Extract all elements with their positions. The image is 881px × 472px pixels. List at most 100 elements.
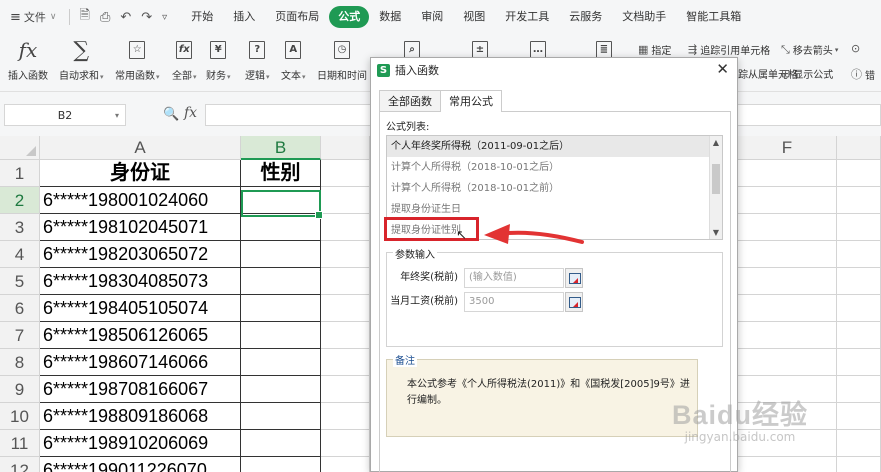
cell-empty[interactable]	[837, 160, 881, 187]
cell-gender[interactable]	[241, 376, 321, 403]
tab-review[interactable]: 审阅	[411, 6, 453, 28]
formula-item-income-tax-after[interactable]: 计算个人所得税（2018-10-01之后）	[387, 157, 709, 178]
cell-empty[interactable]	[321, 403, 370, 430]
cell-empty[interactable]	[837, 241, 881, 268]
cell-empty[interactable]	[738, 457, 837, 472]
cell-empty[interactable]	[738, 322, 837, 349]
row-header[interactable]: 3	[0, 214, 40, 241]
cell-id-number[interactable]: 6*****198809186068	[40, 403, 241, 430]
row-header[interactable]: 9	[0, 376, 40, 403]
zoom-icon[interactable]: 🔍	[163, 107, 179, 122]
logic-functions-button[interactable]: ? 逻辑▾	[245, 38, 270, 82]
save-icon[interactable]: 🗎	[80, 6, 90, 28]
print-icon[interactable]: ⎙	[100, 10, 110, 25]
cell-empty[interactable]	[738, 430, 837, 457]
cell-id-number[interactable]: 6*****198405105074	[40, 295, 241, 322]
redo-icon[interactable]: ↷	[141, 10, 152, 25]
cell-id-number[interactable]: 6*****199011226070	[40, 457, 241, 472]
row-header[interactable]: 4	[0, 241, 40, 268]
insert-function-button[interactable]: fx 插入函数	[8, 38, 48, 82]
cell-a1-header[interactable]: 身份证	[40, 160, 241, 187]
cell-empty[interactable]	[738, 160, 837, 187]
tab-cloud[interactable]: 云服务	[559, 6, 612, 28]
error-check-button[interactable]: ⓘ 错	[851, 66, 875, 82]
cell-id-number[interactable]: 6*****198304085073	[40, 268, 241, 295]
cell-gender[interactable]	[241, 214, 321, 241]
file-menu[interactable]: ≡ 文件 ∨	[0, 9, 65, 25]
cell-empty[interactable]	[738, 403, 837, 430]
cell-empty[interactable]	[837, 457, 881, 472]
cell-empty[interactable]	[738, 376, 837, 403]
cell-empty[interactable]	[321, 430, 370, 457]
cell-empty[interactable]	[321, 241, 370, 268]
scroll-down-icon[interactable]: ▼	[710, 226, 722, 239]
cell-gender[interactable]	[241, 187, 321, 214]
cell-empty[interactable]	[321, 349, 370, 376]
tab-developer[interactable]: 开发工具	[495, 6, 559, 28]
tab-home[interactable]: 开始	[181, 6, 223, 28]
cell-gender[interactable]	[241, 430, 321, 457]
watch-window-button[interactable]: ⊙	[851, 42, 863, 55]
scroll-up-icon[interactable]: ▲	[710, 136, 722, 149]
cell-empty[interactable]	[837, 322, 881, 349]
trace-precedents-button[interactable]: ⇶ 追踪引用单元格	[688, 42, 770, 57]
row-header[interactable]: 10	[0, 403, 40, 430]
cell-id-number[interactable]: 6*****198506126065	[40, 322, 241, 349]
cell-empty[interactable]	[837, 376, 881, 403]
cell-empty[interactable]	[837, 295, 881, 322]
cell-empty[interactable]	[321, 187, 370, 214]
cell-empty[interactable]	[738, 268, 837, 295]
text-functions-button[interactable]: A 文本▾	[281, 38, 306, 82]
show-formulas-button[interactable]: ⊞ 显示公式	[781, 66, 833, 81]
cell-id-number[interactable]: 6*****198910206069	[40, 430, 241, 457]
salary-input[interactable]: 3500	[464, 292, 564, 312]
cell-empty[interactable]	[738, 295, 837, 322]
cell-empty[interactable]	[321, 457, 370, 472]
select-all-corner[interactable]	[0, 136, 40, 160]
row-header[interactable]: 11	[0, 430, 40, 457]
cell-gender[interactable]	[241, 457, 321, 472]
close-icon[interactable]: ✕	[716, 60, 729, 78]
cell-gender[interactable]	[241, 322, 321, 349]
row-header[interactable]: 2	[0, 187, 40, 214]
column-header-b[interactable]: B	[241, 136, 321, 160]
cell-id-number[interactable]: 6*****198001024060	[40, 187, 241, 214]
cell-b1-header[interactable]: 性别	[241, 160, 321, 187]
tab-doc-assistant[interactable]: 文档助手	[612, 6, 676, 28]
cell-gender[interactable]	[241, 241, 321, 268]
tab-view[interactable]: 视图	[453, 6, 495, 28]
row-header[interactable]: 5	[0, 268, 40, 295]
common-functions-button[interactable]: ☆ 常用函数▾	[115, 38, 160, 82]
tab-common-formulas[interactable]: 常用公式	[440, 90, 502, 112]
cell-empty[interactable]	[321, 322, 370, 349]
cell-empty[interactable]	[321, 295, 370, 322]
cell-empty[interactable]	[837, 403, 881, 430]
formula-item-income-tax-before[interactable]: 计算个人所得税（2018-10-01之前）	[387, 178, 709, 199]
row-header[interactable]: 7	[0, 322, 40, 349]
column-header-f[interactable]: F	[738, 136, 837, 160]
autosum-button[interactable]: ∑ 自动求和▾	[59, 38, 104, 83]
fx-icon[interactable]: fx	[184, 105, 197, 121]
tab-formulas[interactable]: 公式	[329, 6, 370, 28]
cell-empty[interactable]	[738, 349, 837, 376]
cell-empty[interactable]	[837, 268, 881, 295]
column-header-c[interactable]	[321, 136, 370, 160]
customize-dropdown-icon[interactable]: ▿	[162, 12, 167, 23]
undo-icon[interactable]: ↶	[120, 10, 131, 25]
cell-empty[interactable]	[321, 268, 370, 295]
range-select-icon[interactable]	[565, 292, 583, 312]
row-header[interactable]: 12	[0, 457, 40, 472]
cell-empty[interactable]	[837, 349, 881, 376]
cell-id-number[interactable]: 6*****198102045071	[40, 214, 241, 241]
scroll-thumb[interactable]	[712, 164, 720, 194]
cell-empty[interactable]	[837, 430, 881, 457]
cell-id-number[interactable]: 6*****198708166067	[40, 376, 241, 403]
cell-empty[interactable]	[321, 160, 370, 187]
row-header[interactable]: 8	[0, 349, 40, 376]
cell-empty[interactable]	[738, 241, 837, 268]
name-box[interactable]: B2 ▾	[4, 104, 126, 126]
cell-empty[interactable]	[738, 187, 837, 214]
all-functions-button[interactable]: fx 全部▾	[172, 38, 197, 82]
cell-id-number[interactable]: 6*****198607146066	[40, 349, 241, 376]
tab-page-layout[interactable]: 页面布局	[265, 6, 329, 28]
